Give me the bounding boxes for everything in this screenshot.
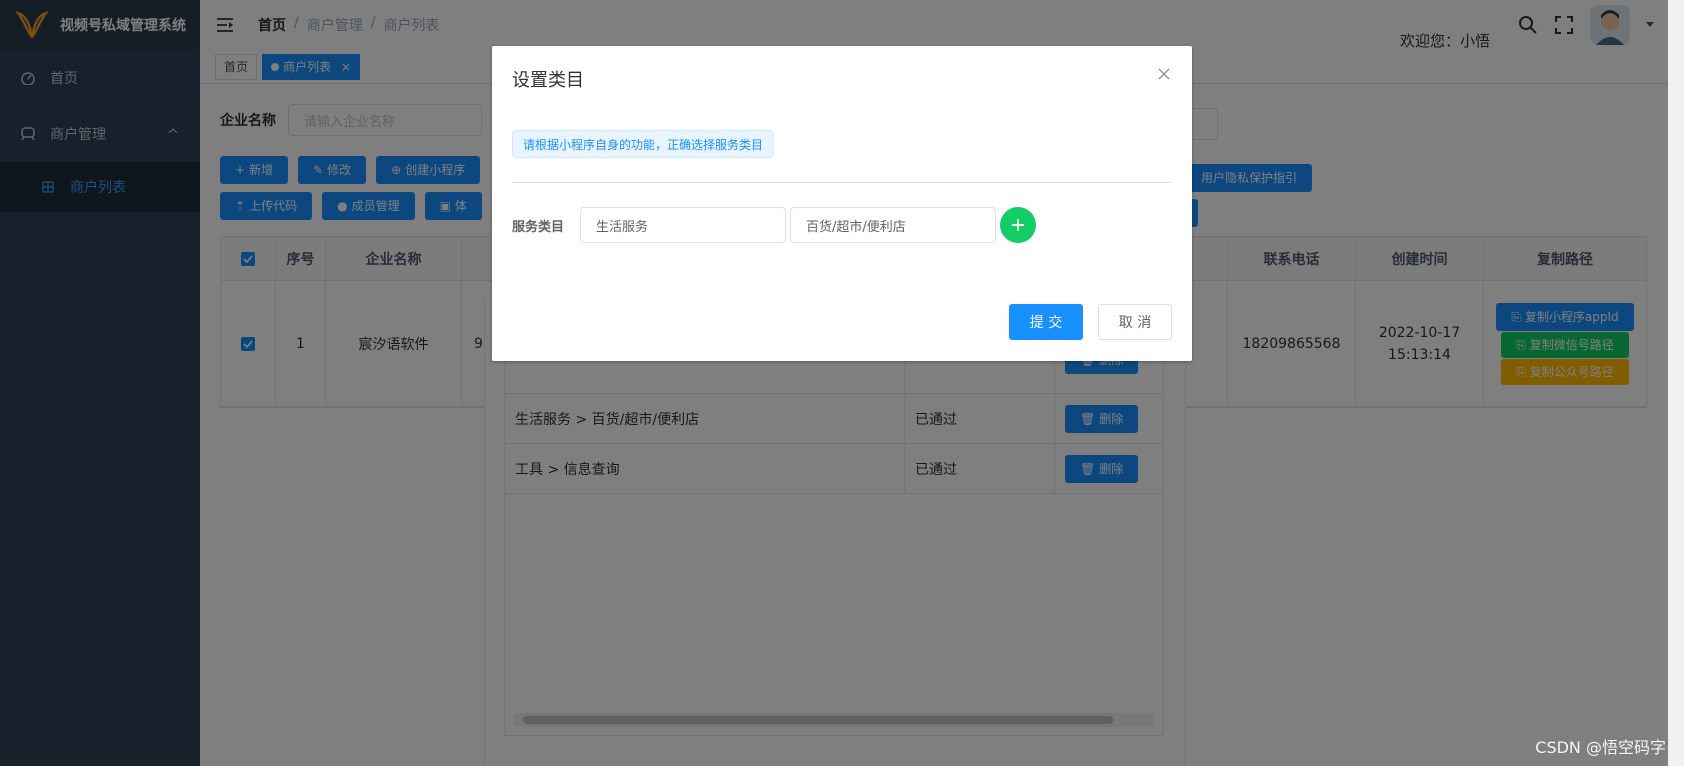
category-level2-select[interactable]: 百货/超市/便利店: [790, 207, 996, 243]
add-category-button[interactable]: [1000, 207, 1036, 243]
page-scrollbar[interactable]: [1668, 0, 1684, 766]
info-alert: 请根据小程序自身的功能，正确选择服务类目: [512, 130, 775, 158]
service-category-label: 服务类目: [512, 220, 565, 235]
category-level1-select[interactable]: 生活服务: [580, 207, 786, 243]
plus-icon: [1012, 219, 1024, 231]
close-icon[interactable]: [1156, 66, 1172, 82]
set-category-dialog: 设置类目 请根据小程序自身的功能，正确选择服务类目 服务类目 生活服务 百货/超…: [492, 46, 1192, 361]
divider: [512, 182, 1172, 183]
submit-button[interactable]: 提 交: [1009, 304, 1083, 340]
cancel-button[interactable]: 取 消: [1098, 304, 1172, 340]
watermark: CSDN @悟空码字: [1535, 738, 1666, 757]
dialog-title: 设置类目: [512, 70, 584, 91]
